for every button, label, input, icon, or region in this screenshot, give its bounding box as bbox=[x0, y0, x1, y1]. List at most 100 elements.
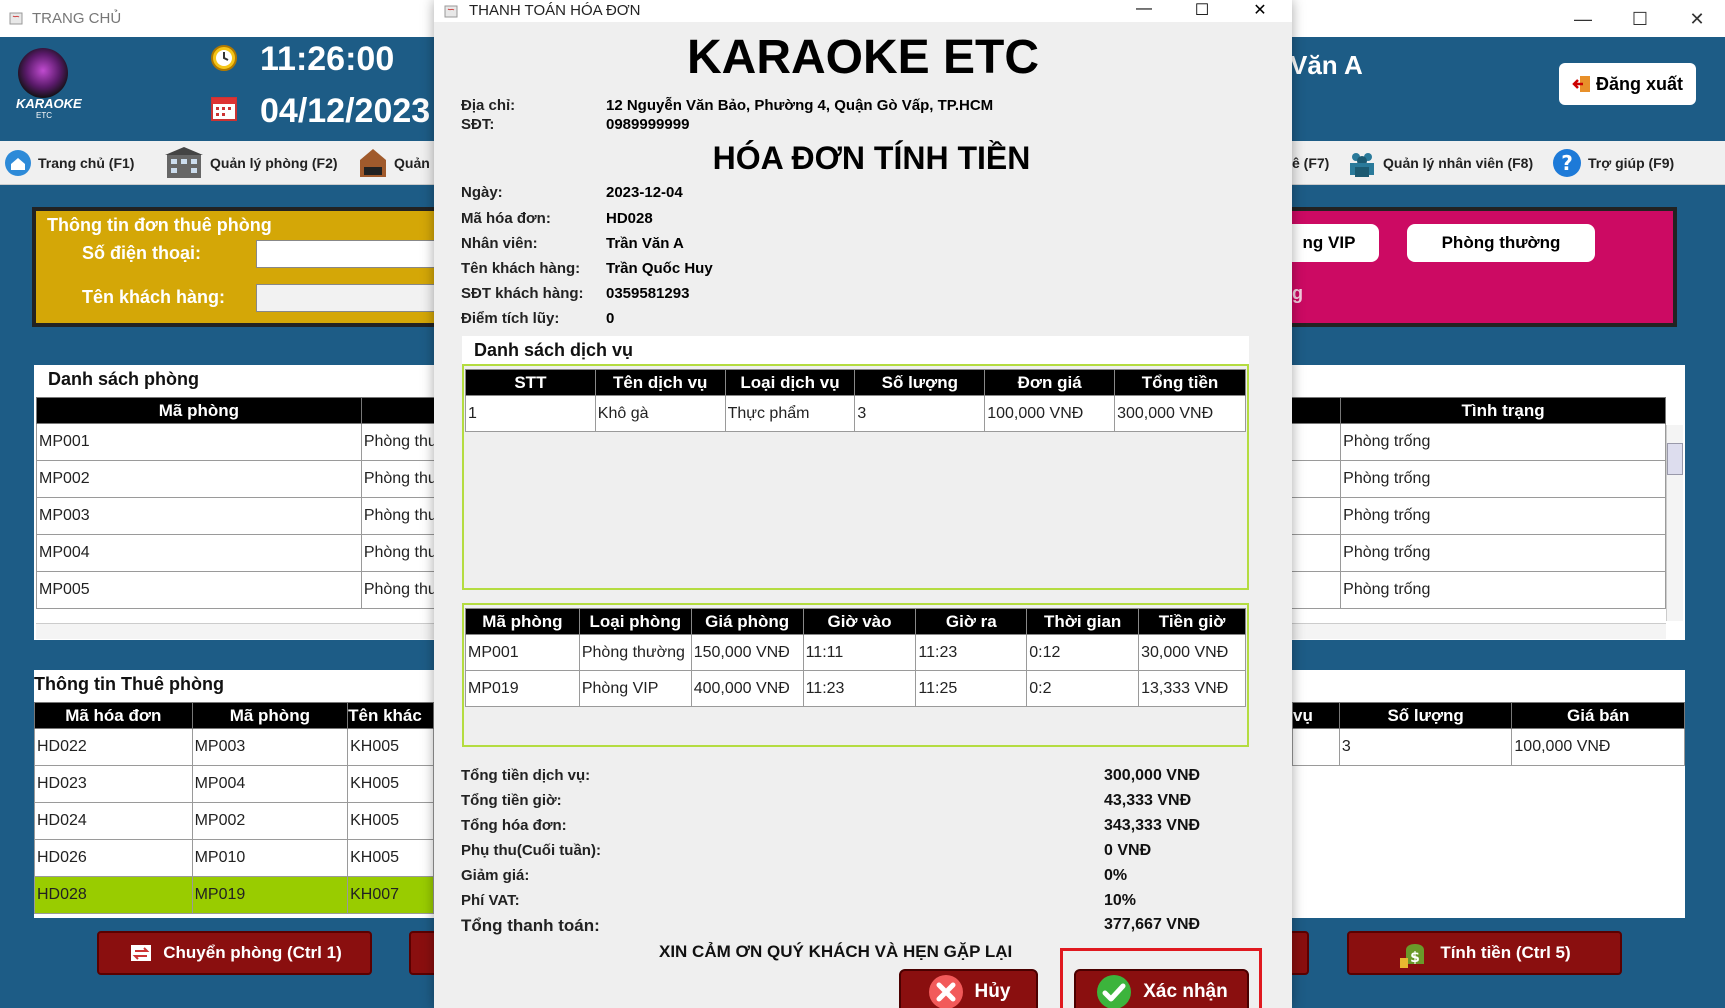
user-name: Văn A bbox=[1290, 50, 1363, 80]
rental-info-title: Thông tin Thuê phòng bbox=[34, 674, 224, 694]
col-duration: Thời gian bbox=[1026, 608, 1140, 635]
info-staff-value: Trần Văn A bbox=[606, 235, 684, 252]
room-hour-fee: 13,333 VNĐ bbox=[1138, 670, 1246, 707]
service-stt: 1 bbox=[465, 395, 596, 432]
menu-staff-management[interactable]: Quản lý nhân viên (F8) bbox=[1347, 141, 1533, 185]
table-row[interactable]: 3 100,000 VNĐ bbox=[1292, 728, 1685, 766]
service-name: Khô gà bbox=[594, 395, 726, 432]
minimize-button[interactable]: — bbox=[1560, 4, 1606, 34]
room-list-vscrollbar[interactable] bbox=[1666, 425, 1683, 621]
phone-input[interactable] bbox=[256, 240, 440, 268]
room-code: MP001 bbox=[465, 634, 580, 671]
svg-text:?: ? bbox=[1561, 151, 1573, 175]
customer-code: KH005 bbox=[347, 802, 434, 840]
customer-input[interactable] bbox=[256, 284, 440, 312]
total-services-value: 300,000 VNĐ bbox=[1104, 767, 1201, 784]
transfer-room-button[interactable]: Chuyển phòng (Ctrl 1) bbox=[97, 931, 372, 975]
room-filter-panel: ng VIP Phòng thường ng bbox=[1255, 207, 1677, 327]
phone-label: Số điện thoại: bbox=[82, 243, 201, 263]
dialog-titlebar: THANH TOÁN HÓA ĐƠN — ☐ ✕ bbox=[434, 0, 1292, 22]
building-icon bbox=[165, 147, 203, 178]
checkout-label: Tính tiền (Ctrl 5) bbox=[1440, 943, 1571, 962]
logout-icon bbox=[1572, 76, 1590, 92]
customer-code: KH005 bbox=[347, 728, 434, 766]
rental-info-table: Mã hóa đơn Mã phòng Tên khác HD022 MP003 K… bbox=[34, 702, 434, 914]
java-app-icon bbox=[444, 5, 458, 18]
money-bag-icon: $ bbox=[1400, 944, 1425, 968]
checkout-button[interactable]: $ Tính tiền (Ctrl 5) bbox=[1347, 931, 1622, 975]
room-status: Phòng trống bbox=[1340, 460, 1666, 498]
service-qty: 3 bbox=[1338, 728, 1513, 766]
surcharge-value: 0 VNĐ bbox=[1104, 842, 1152, 859]
room-duration: 0:12 bbox=[1026, 634, 1140, 671]
cancel-x-icon bbox=[928, 975, 963, 1008]
confirm-label: Xác nhận bbox=[1143, 981, 1228, 1002]
col-total: Tổng tiền bbox=[1114, 369, 1246, 396]
table-row[interactable]: HD026 MP010 KH005 bbox=[34, 839, 434, 877]
room-code: MP004 bbox=[36, 534, 362, 572]
services-title: Danh sách dịch vụ bbox=[474, 340, 634, 360]
room-status: Phòng trống bbox=[1340, 571, 1666, 609]
col-time-in: Giờ vào bbox=[802, 608, 917, 635]
store-phone-label: SĐT: bbox=[461, 116, 495, 133]
logo-subtext: ETC bbox=[36, 111, 52, 120]
menu-staff-label: Quản lý nhân viên (F8) bbox=[1383, 155, 1534, 171]
room-code: MP002 bbox=[191, 802, 349, 840]
col-hour-fee: Tiền giờ bbox=[1138, 608, 1246, 635]
room-duration: 0:2 bbox=[1026, 670, 1140, 707]
col-customer: Tên khác bbox=[347, 702, 434, 729]
room-price: 150,000 VNĐ bbox=[690, 634, 804, 671]
table-row[interactable]: HD023 MP004 KH005 bbox=[34, 765, 434, 803]
rental-form-panel: Thông tin đơn thuê phòng Số điện thoại: … bbox=[32, 207, 440, 327]
dialog-maximize-button[interactable]: ☐ bbox=[1182, 0, 1222, 22]
menu-statistics[interactable]: ê (F7) bbox=[1292, 141, 1329, 185]
menu-manage[interactable]: Quản bbox=[358, 141, 430, 185]
menu-room-management[interactable]: Quản lý phòng (F2) bbox=[164, 141, 338, 185]
vscroll-thumb[interactable] bbox=[1667, 443, 1683, 475]
service-quantity: 3 bbox=[854, 395, 986, 432]
thanks-message: XIN CẢM ƠN QUÝ KHÁCH VÀ HẸN GẶP LẠI bbox=[659, 942, 1013, 961]
service-side-table: vụ Số lượng Giá bán 3 100,000 VNĐ bbox=[1292, 702, 1685, 766]
home-icon bbox=[5, 150, 31, 176]
col-room: Mã phòng bbox=[191, 702, 349, 729]
services-title-bar: Danh sách dịch vụ bbox=[462, 336, 1249, 364]
confirm-button[interactable]: Xác nhận bbox=[1074, 969, 1249, 1008]
room-time-out: 11:25 bbox=[915, 670, 1028, 707]
table-row[interactable]: MP001 Phòng thường 150,000 VNĐ 11:11 11:… bbox=[465, 634, 1246, 671]
table-row[interactable]: HD024 MP002 KH005 bbox=[34, 802, 434, 840]
table-row[interactable]: HD022 MP003 KH005 bbox=[34, 728, 434, 766]
filter-normal-button[interactable]: Phòng thường bbox=[1407, 224, 1595, 262]
table-row[interactable]: 1 Khô gà Thực phẩm 3 100,000 VNĐ 300,000… bbox=[465, 395, 1246, 432]
col-room-type: Loại phòng bbox=[578, 608, 692, 635]
room-code: MP001 bbox=[36, 423, 362, 461]
rooms-table-box: Mã phòng Loại phòng Giá phòng Giờ vào Gi… bbox=[462, 603, 1249, 747]
date-display: 04/12/2023 bbox=[260, 92, 431, 130]
customer-label: Tên khách hàng: bbox=[82, 287, 226, 307]
vat-value: 10% bbox=[1104, 892, 1137, 909]
invoice-code: HD023 bbox=[34, 765, 193, 803]
dialog-minimize-button[interactable]: — bbox=[1124, 0, 1164, 22]
filter-vip-button[interactable]: ng VIP bbox=[1279, 224, 1379, 262]
close-button[interactable]: ✕ bbox=[1674, 4, 1720, 34]
menu-help[interactable]: ? Trợ giúp (F9) bbox=[1552, 141, 1674, 185]
dialog-close-button[interactable]: ✕ bbox=[1240, 0, 1280, 22]
logout-button[interactable]: Đăng xuất bbox=[1559, 63, 1696, 105]
rental-form-title: Thông tin đơn thuê phòng bbox=[47, 215, 272, 235]
info-points-label: Điểm tích lũy: bbox=[461, 310, 560, 327]
total-hours-value: 43,333 VNĐ bbox=[1104, 792, 1192, 809]
col-room-code: Mã phòng bbox=[36, 397, 362, 424]
table-row-selected[interactable]: HD028 MP019 KH007 bbox=[34, 876, 434, 914]
room-status: Phòng trống bbox=[1340, 423, 1666, 461]
cancel-button[interactable]: Hủy bbox=[899, 969, 1038, 1008]
main-window-title: TRANG CHỦ bbox=[32, 10, 122, 27]
col-quantity: Số lượng bbox=[854, 369, 986, 396]
room-code: MP002 bbox=[36, 460, 362, 498]
java-app-icon bbox=[9, 12, 23, 25]
room-code: MP003 bbox=[191, 728, 349, 766]
menu-home[interactable]: Trang chủ (F1) bbox=[4, 141, 134, 185]
table-row[interactable]: MP019 Phòng VIP 400,000 VNĐ 11:23 11:25 … bbox=[465, 670, 1246, 707]
house-menu-icon bbox=[360, 149, 386, 177]
maximize-button[interactable]: ☐ bbox=[1617, 4, 1663, 34]
logout-label: Đăng xuất bbox=[1595, 73, 1683, 94]
room-code: MP010 bbox=[191, 839, 349, 877]
